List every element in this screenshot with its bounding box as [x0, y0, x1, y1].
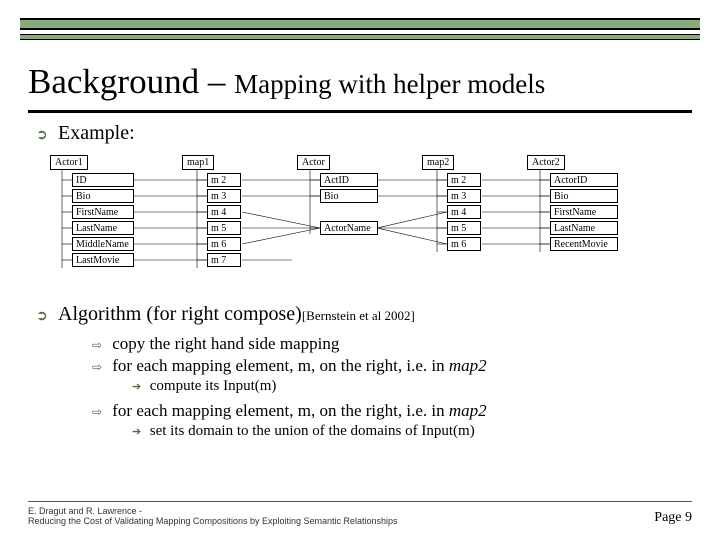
algo-substep: ➔ set its domain to the union of the dom…	[132, 423, 692, 440]
actor-header: Actor	[297, 155, 330, 170]
map1-item: m 2	[207, 173, 241, 187]
map2-item: m 2	[447, 173, 481, 187]
algo-step: ⇨ copy the right hand side mapping	[92, 334, 692, 354]
actor1-field: MiddleName	[72, 237, 134, 251]
actor1-field: ID	[72, 173, 134, 187]
map1-item: m 4	[207, 205, 241, 219]
actor1-field: FirstName	[72, 205, 134, 219]
title-sep: –	[199, 62, 234, 101]
slide-footer: E. Dragut and R. Lawrence - Reducing the…	[28, 501, 692, 526]
example-heading: ➲ Example:	[36, 122, 692, 145]
map1-item: m 6	[207, 237, 241, 251]
sub-arrow-icon: ⇨	[92, 405, 108, 419]
map1-item: m 5	[207, 221, 241, 235]
algo-step: ⇨ for each mapping element, m, on the ri…	[92, 401, 692, 421]
map1-header: map1	[182, 155, 214, 170]
map1-item: m 3	[207, 189, 241, 203]
actor1-field: LastMovie	[72, 253, 134, 267]
subsub-arrow-icon: ➔	[132, 380, 146, 393]
algo-substep: ➔ compute its Input(m)	[132, 378, 692, 395]
map2-header: map2	[422, 155, 454, 170]
actor-field: ActID	[320, 173, 378, 187]
slide-body: ➲ Example:	[36, 122, 692, 446]
map2-item: m 4	[447, 205, 481, 219]
slide-title: Background – Mapping with helper models	[28, 62, 692, 113]
bullet-arrow-icon: ➲	[36, 307, 48, 324]
title-sub: Mapping with helper models	[234, 69, 545, 99]
actor-field: Bio	[320, 189, 378, 203]
algorithm-heading: ➲ Algorithm (for right compose)[Bernstei…	[36, 303, 692, 326]
actor1-field: Bio	[72, 189, 134, 203]
map1-item: m 7	[207, 253, 241, 267]
actor1-field: LastName	[72, 221, 134, 235]
actor1-header: Actor1	[50, 155, 88, 170]
schema-mapping-diagram: Actor1 ID Bio FirstName LastName MiddleN…	[32, 155, 672, 285]
page-number: Page 9	[654, 510, 692, 526]
footer-citation: E. Dragut and R. Lawrence - Reducing the…	[28, 506, 398, 526]
algorithm-steps: ⇨ copy the right hand side mapping ⇨ for…	[92, 334, 692, 440]
map2-item: m 3	[447, 189, 481, 203]
map2-item: m 5	[447, 221, 481, 235]
actor2-header: Actor2	[527, 155, 565, 170]
actor2-field: ActorID	[550, 173, 618, 187]
actor2-field: FirstName	[550, 205, 618, 219]
map2-item: m 6	[447, 237, 481, 251]
actor2-field: LastName	[550, 221, 618, 235]
actor2-field: Bio	[550, 189, 618, 203]
title-main: Background	[28, 62, 199, 101]
sub-arrow-icon: ⇨	[92, 338, 108, 352]
decorative-header-bars	[20, 18, 700, 46]
subsub-arrow-icon: ➔	[132, 425, 146, 438]
actor2-field: RecentMovie	[550, 237, 618, 251]
bullet-arrow-icon: ➲	[36, 126, 48, 143]
sub-arrow-icon: ⇨	[92, 360, 108, 374]
actor-field: ActorName	[320, 221, 378, 235]
algo-step: ⇨ for each mapping element, m, on the ri…	[92, 356, 692, 376]
